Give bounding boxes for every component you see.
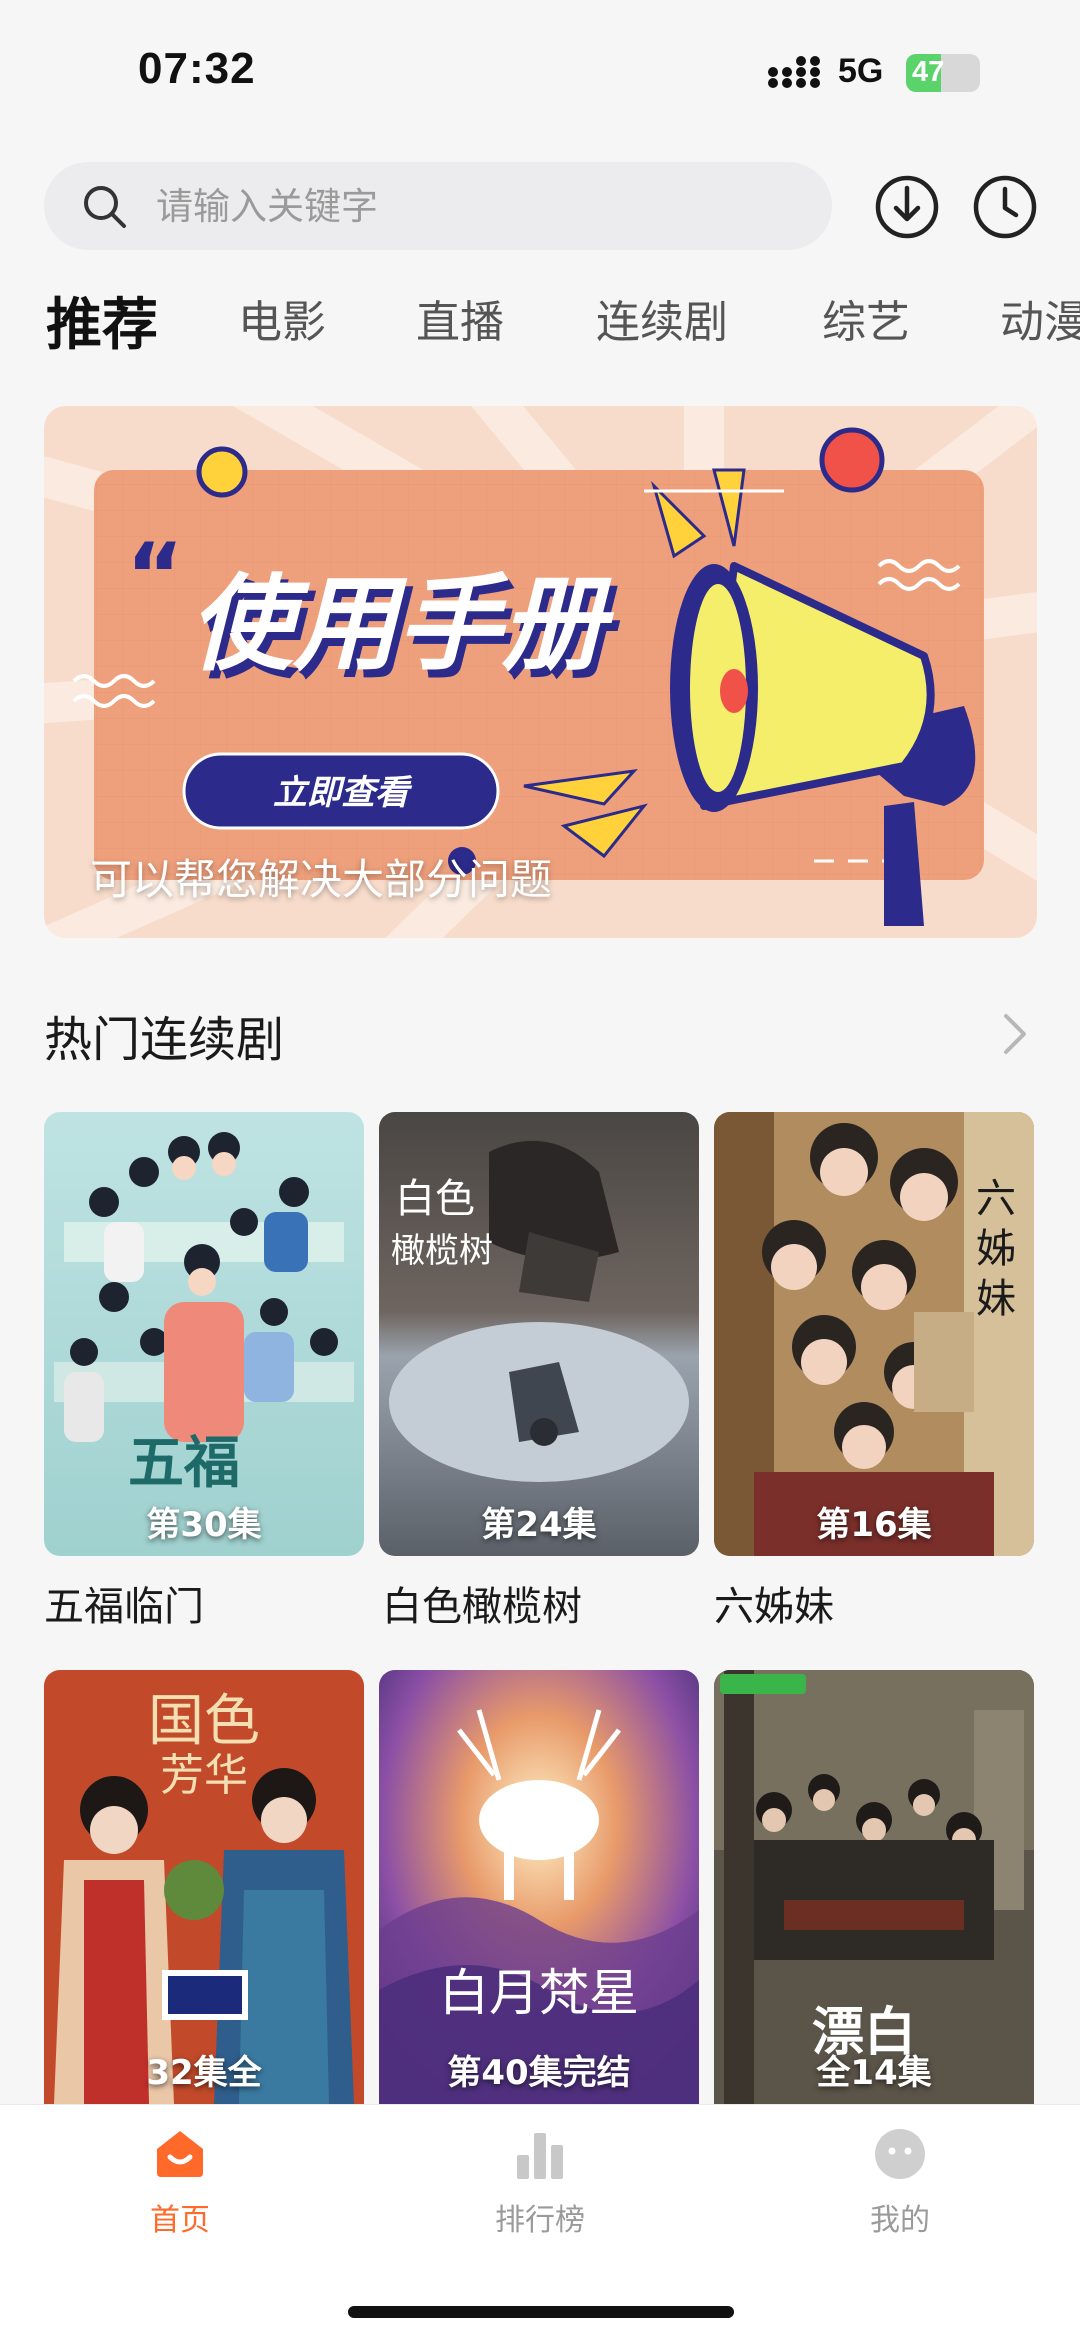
episode-label: 第16集 — [816, 1505, 932, 1545]
svg-text:白色: 白色 — [395, 1176, 475, 1222]
battery-percent: 47 — [912, 56, 945, 88]
banner[interactable]: “ 使用手册 使用手册 立即查看 可以帮您解决大部分问题 — [44, 406, 1037, 938]
ranking-icon — [517, 2133, 563, 2179]
tab-series[interactable]: 连续剧 — [596, 286, 728, 350]
home-indicator — [348, 2306, 734, 2318]
show-poster: 国色 芳华 — [44, 1670, 364, 2104]
tab-live[interactable]: 直播 — [416, 286, 504, 350]
show-card[interactable]: 白色 橄榄树 第24集 — [379, 1112, 699, 1556]
tab-recommend[interactable]: 推荐 — [46, 286, 158, 361]
show-card[interactable]: 五福 第30集 — [44, 1112, 364, 1556]
svg-text:“: “ — [126, 524, 184, 627]
show-poster: 漂白 — [714, 1670, 1034, 2104]
episode-label: 第24集 — [481, 1505, 597, 1545]
show-title[interactable]: 白色橄榄树 — [382, 1574, 582, 1632]
history-icon[interactable] — [972, 174, 1038, 240]
nav-profile[interactable]: 我的 — [800, 2127, 1000, 2239]
svg-text:六: 六 — [976, 1176, 1016, 1222]
episode-label: 全14集 — [816, 2053, 932, 2093]
show-poster: 五福 — [44, 1112, 364, 1556]
chevron-right-icon[interactable] — [996, 1008, 1032, 1060]
banner-headline: 使用手册 — [189, 563, 615, 685]
show-poster: 白月梵星 — [379, 1670, 699, 2104]
nav-ranking[interactable]: 排行榜 — [440, 2127, 640, 2239]
search-input[interactable] — [156, 176, 796, 236]
nav-home-label: 首页 — [150, 2203, 210, 2238]
status-bar: 07:32 5G 47 — [0, 0, 1080, 140]
battery-icon: 47 — [906, 54, 980, 92]
home-icon — [157, 2131, 203, 2177]
episode-label: 第40集完结 — [447, 2053, 631, 2093]
tab-movies[interactable]: 电影 — [238, 286, 326, 350]
nav-profile-label: 我的 — [870, 2203, 930, 2238]
banner-button: 立即查看 — [273, 773, 413, 813]
show-poster: 六 姊 妹 — [714, 1112, 1034, 1556]
show-card[interactable]: 六 姊 妹 第16集 — [714, 1112, 1034, 1556]
banner-caption: 可以帮您解决大部分问题 — [90, 855, 553, 904]
episode-label: 第30集 — [146, 1505, 262, 1545]
show-card[interactable]: 国色 芳华 32集全 — [44, 1670, 364, 2104]
svg-text:芳华: 芳华 — [160, 1750, 248, 1801]
profile-icon — [875, 2129, 925, 2179]
search-bar[interactable] — [44, 162, 832, 250]
signal-icon — [768, 56, 820, 88]
network-type: 5G — [838, 52, 884, 90]
status-time: 07:32 — [138, 44, 256, 93]
svg-text:五福: 五福 — [128, 1430, 240, 1496]
tab-anime[interactable]: 动漫 — [1000, 286, 1080, 350]
tab-variety[interactable]: 综艺 — [822, 286, 910, 350]
svg-text:姊: 姊 — [976, 1226, 1016, 1272]
svg-text:白月梵星: 白月梵星 — [439, 1964, 639, 2022]
show-poster: 白色 橄榄树 — [379, 1112, 699, 1556]
nav-ranking-label: 排行榜 — [495, 2203, 585, 2238]
show-card[interactable]: 漂白 全14集 — [714, 1670, 1034, 2104]
show-card[interactable]: 白月梵星 第40集完结 — [379, 1670, 699, 2104]
download-icon[interactable] — [874, 174, 940, 240]
show-title[interactable]: 五福临门 — [44, 1574, 204, 1632]
show-title[interactable]: 六姊妹 — [714, 1574, 834, 1632]
episode-label: 32集全 — [146, 2053, 262, 2093]
svg-text:妹: 妹 — [976, 1276, 1016, 1322]
search-icon — [84, 186, 126, 228]
nav-home[interactable]: 首页 — [80, 2127, 280, 2239]
category-tabs: 推荐 电影 直播 连续剧 综艺 动漫 — [0, 286, 1080, 366]
svg-text:国色: 国色 — [148, 1689, 260, 1754]
section-title: 热门连续剧 — [44, 1012, 285, 1068]
svg-text:橄榄树: 橄榄树 — [391, 1231, 493, 1271]
